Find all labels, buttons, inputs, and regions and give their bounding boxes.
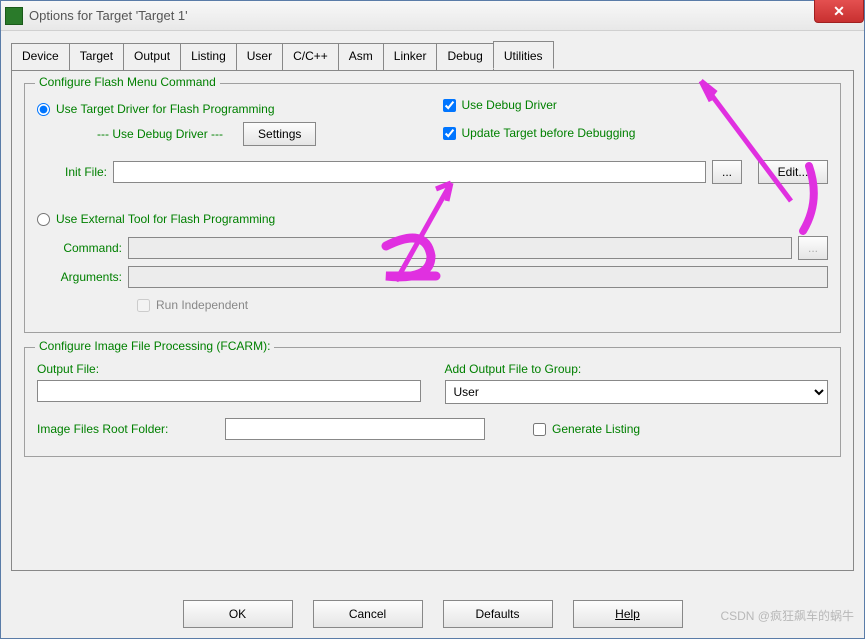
close-icon: ✕ xyxy=(833,3,845,20)
settings-button[interactable]: Settings xyxy=(243,122,316,146)
radio-use-external-tool[interactable] xyxy=(37,213,50,226)
titlebar: Options for Target 'Target 1' ✕ xyxy=(1,1,864,31)
tab-device[interactable]: Device xyxy=(11,43,70,70)
command-input xyxy=(128,237,792,259)
help-button[interactable]: Help xyxy=(573,600,683,628)
check-update-target[interactable] xyxy=(443,127,456,140)
command-browse-button: ... xyxy=(798,236,828,260)
tab-output[interactable]: Output xyxy=(123,43,181,70)
close-button[interactable]: ✕ xyxy=(814,0,864,23)
dialog-window: Options for Target 'Target 1' ✕ Device T… xyxy=(0,0,865,639)
group-flash-title: Configure Flash Menu Command xyxy=(35,75,220,89)
tab-target[interactable]: Target xyxy=(69,43,124,70)
watermark: CSDN @疯狂飙车的蜗牛 xyxy=(720,607,854,624)
check-generate-listing[interactable] xyxy=(533,423,546,436)
tabstrip: Device Target Output Listing User C/C++ … xyxy=(11,43,854,71)
init-file-browse-button[interactable]: ... xyxy=(712,160,742,184)
group-select[interactable]: User xyxy=(445,380,829,404)
check-generate-listing-label: Generate Listing xyxy=(552,422,640,436)
sub-driver-label: --- Use Debug Driver --- xyxy=(97,127,223,141)
tab-asm[interactable]: Asm xyxy=(338,43,384,70)
tab-utilities[interactable]: Utilities xyxy=(493,41,554,69)
radio-use-external-tool-label: Use External Tool for Flash Programming xyxy=(56,212,275,226)
edit-button[interactable]: Edit... xyxy=(758,160,828,184)
dialog-body: Device Target Output Listing User C/C++ … xyxy=(1,31,864,577)
group-fcarm-title: Configure Image File Processing (FCARM): xyxy=(35,339,274,353)
cancel-button[interactable]: Cancel xyxy=(313,600,423,628)
init-file-input[interactable] xyxy=(113,161,706,183)
check-run-independent xyxy=(137,299,150,312)
group-flash: Configure Flash Menu Command Use Target … xyxy=(24,83,841,333)
command-label: Command: xyxy=(37,241,122,255)
tab-listing[interactable]: Listing xyxy=(180,43,237,70)
tab-debug[interactable]: Debug xyxy=(436,43,493,70)
tab-linker[interactable]: Linker xyxy=(383,43,438,70)
arguments-input xyxy=(128,266,828,288)
radio-use-target-driver[interactable] xyxy=(37,103,50,116)
output-file-label: Output File: xyxy=(37,362,421,376)
window-title: Options for Target 'Target 1' xyxy=(29,8,188,23)
defaults-button[interactable]: Defaults xyxy=(443,600,553,628)
ok-button[interactable]: OK xyxy=(183,600,293,628)
check-use-debug-driver-label: Use Debug Driver xyxy=(462,98,557,112)
check-run-independent-label: Run Independent xyxy=(156,298,248,312)
tab-user[interactable]: User xyxy=(236,43,283,70)
radio-use-target-driver-label: Use Target Driver for Flash Programming xyxy=(56,102,275,116)
arguments-label: Arguments: xyxy=(37,270,122,284)
output-file-input[interactable] xyxy=(37,380,421,402)
add-output-group-label: Add Output File to Group: xyxy=(445,362,829,376)
init-file-label: Init File: xyxy=(37,165,107,179)
group-fcarm: Configure Image File Processing (FCARM):… xyxy=(24,347,841,457)
root-folder-label: Image Files Root Folder: xyxy=(37,422,217,436)
check-use-debug-driver[interactable] xyxy=(443,99,456,112)
root-folder-input[interactable] xyxy=(225,418,485,440)
tab-content-utilities: Configure Flash Menu Command Use Target … xyxy=(11,71,854,571)
tab-ccpp[interactable]: C/C++ xyxy=(282,43,339,70)
app-icon xyxy=(5,7,23,25)
check-update-target-label: Update Target before Debugging xyxy=(462,126,636,140)
